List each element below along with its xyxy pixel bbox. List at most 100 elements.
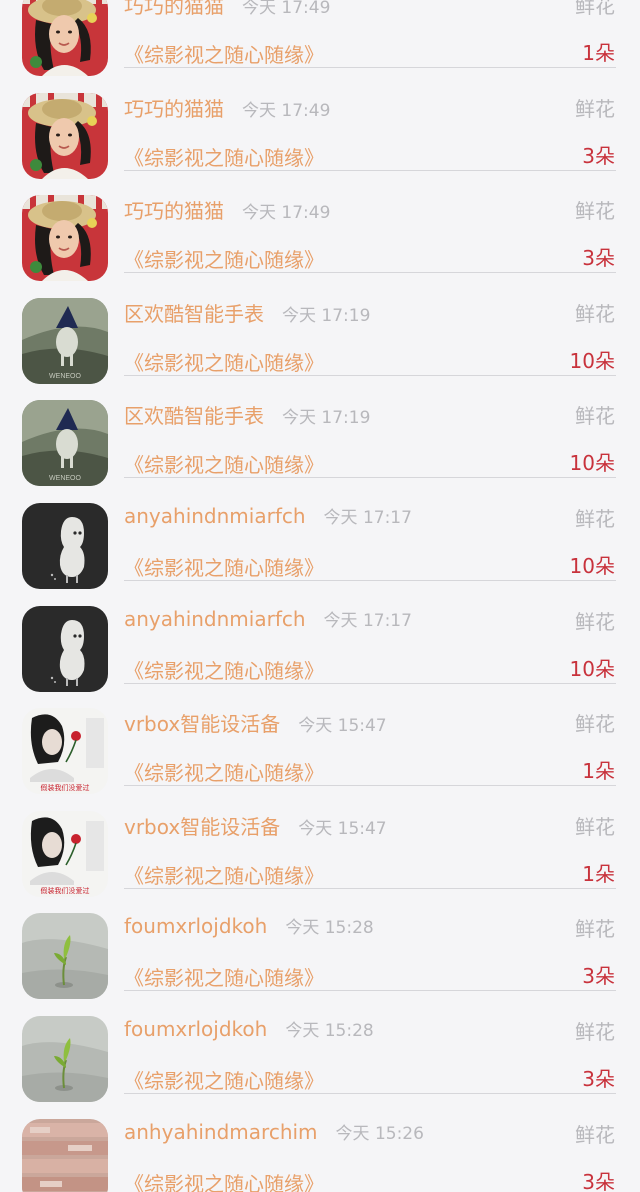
- gift-row[interactable]: 假装我们没爱过 vrbox智能设活备 今天 15:47 鲜花 《综影视之随心随缘》…: [0, 810, 640, 913]
- row-divider: [124, 1093, 616, 1094]
- sender-name[interactable]: vrbox智能设活备 今天 15:47: [124, 708, 387, 737]
- gift-type-label: 鲜花: [575, 917, 615, 942]
- sender-name[interactable]: 巧巧的猫猫 今天 17:49: [124, 195, 330, 224]
- sender-name-text: 巧巧的猫猫: [124, 96, 224, 121]
- timestamp: 今天 17:49: [242, 203, 331, 224]
- book-title[interactable]: 《综影视之随心随缘》: [124, 655, 324, 684]
- timestamp: 今天 17:49: [242, 0, 331, 18]
- book-title[interactable]: 《综影视之随心随缘》: [124, 1065, 324, 1094]
- sender-name-text: anhyahindmarchim: [124, 1119, 318, 1144]
- sprout-avatar[interactable]: [22, 913, 108, 1000]
- sender-name-text: 巧巧的猫猫: [124, 0, 224, 18]
- sender-name[interactable]: anyahindnmiarfch 今天 17:17: [124, 503, 412, 528]
- sender-name-text: 区欢酷智能手表: [124, 404, 264, 429]
- gift-row[interactable]: anyahindnmiarfch 今天 17:17 鲜花 《综影视之随心随缘》 1…: [0, 502, 640, 605]
- svg-text:WENEOO: WENEOO: [49, 373, 81, 380]
- gift-row[interactable]: anhyahindmarchim 今天 15:26 鲜花 《综影视之随心随缘》 3…: [0, 1118, 640, 1192]
- gift-count: 3朵: [582, 143, 615, 168]
- gift-count: 1朵: [582, 41, 615, 65]
- gift-count: 1朵: [582, 861, 615, 886]
- gift-row[interactable]: anyahindnmiarfch 今天 17:17 鲜花 《综影视之随心随缘》 1…: [0, 605, 640, 708]
- svg-text:WENEOO: WENEOO: [49, 475, 81, 482]
- gift-row[interactable]: WENEOO 区欢酷智能手表 今天 17:19 鲜花 《综影视之随心随缘》 10朵: [0, 297, 640, 400]
- cartoon-field-avatar[interactable]: WENEOO: [22, 400, 108, 487]
- gift-count: 1朵: [582, 759, 615, 784]
- sender-name[interactable]: 区欢酷智能手表 今天 17:19: [124, 400, 370, 429]
- timestamp: 今天 15:28: [285, 918, 374, 939]
- sender-name[interactable]: 巧巧的猫猫 今天 17:49: [124, 0, 330, 19]
- gift-count: 10朵: [569, 554, 615, 578]
- sender-name-text: 区欢酷智能手表: [124, 301, 264, 326]
- sender-name-text: 巧巧的猫猫: [124, 199, 224, 224]
- girl-straw-hat-avatar[interactable]: [22, 0, 108, 76]
- book-title[interactable]: 《综影视之随心随缘》: [124, 757, 324, 786]
- sender-name[interactable]: foumxrlojdkoh 今天 15:28: [124, 1016, 374, 1041]
- gift-row[interactable]: WENEOO 区欢酷智能手表 今天 17:19 鲜花 《综影视之随心随缘》 10朵: [0, 399, 640, 502]
- sender-name[interactable]: anyahindnmiarfch 今天 17:17: [124, 606, 412, 631]
- sender-name[interactable]: foumxrlojdkoh 今天 15:28: [124, 913, 374, 938]
- gift-type-label: 鲜花: [575, 404, 615, 429]
- row-divider: [124, 272, 616, 274]
- timestamp: 今天 15:28: [285, 1021, 374, 1041]
- book-title[interactable]: 《综影视之随心随缘》: [124, 552, 324, 581]
- timestamp: 今天 15:47: [298, 818, 387, 839]
- sender-name[interactable]: anhyahindmarchim 今天 15:26: [124, 1119, 424, 1144]
- gift-type-label: 鲜花: [575, 814, 615, 839]
- row-divider: [124, 887, 616, 889]
- book-title[interactable]: 《综影视之随心随缘》: [124, 347, 324, 376]
- book-title[interactable]: 《综影视之随心随缘》: [124, 39, 324, 68]
- book-title[interactable]: 《综影视之随心随缘》: [124, 1168, 324, 1192]
- gift-row[interactable]: 巧巧的猫猫 今天 17:49 鲜花 《综影视之随心随缘》 3朵: [0, 92, 640, 195]
- row-divider: [124, 785, 616, 787]
- gift-row[interactable]: foumxrlojdkoh 今天 15:28 鲜花 《综影视之随心随缘》 3朵: [0, 912, 640, 1015]
- sender-name-text: foumxrlojdkoh: [124, 914, 268, 939]
- row-divider: [124, 990, 616, 992]
- sender-name-text: anyahindnmiarfch: [124, 504, 306, 528]
- peanut-cartoon-avatar[interactable]: [22, 503, 108, 589]
- gift-type-label: 鲜花: [575, 1122, 615, 1147]
- book-title[interactable]: 《综影视之随心随缘》: [124, 244, 324, 273]
- gift-count: 3朵: [582, 964, 615, 989]
- girl-straw-hat-avatar[interactable]: [22, 92, 108, 179]
- gift-type-label: 鲜花: [575, 301, 615, 326]
- gift-row[interactable]: 巧巧的猫猫 今天 17:49 鲜花 《综影视之随心随缘》 1朵: [0, 0, 640, 92]
- sender-name[interactable]: vrbox智能设活备 今天 15:47: [124, 811, 387, 840]
- book-title[interactable]: 《综影视之随心随缘》: [124, 142, 324, 171]
- gift-type-label: 鲜花: [575, 507, 615, 531]
- gift-count: 10朵: [569, 348, 615, 373]
- girl-rose-avatar[interactable]: 假装我们没爱过: [22, 708, 108, 795]
- flower-gift-list: 巧巧的猫猫 今天 17:49 鲜花 《综影视之随心随缘》 1朵 巧巧的猫猫 今天…: [0, 0, 640, 1192]
- gift-count: 10朵: [569, 451, 615, 476]
- gift-type-label: 鲜花: [575, 96, 615, 121]
- timestamp: 今天 17:19: [282, 408, 371, 429]
- sprout-avatar[interactable]: [22, 1016, 108, 1102]
- gift-type-label: 鲜花: [575, 0, 615, 18]
- row-divider: [124, 477, 616, 479]
- timestamp: 今天 17:17: [323, 610, 412, 631]
- timestamp: 今天 17:19: [282, 305, 371, 326]
- row-divider: [124, 374, 616, 376]
- sender-name[interactable]: 巧巧的猫猫 今天 17:49: [124, 93, 330, 122]
- gift-type-label: 鲜花: [575, 712, 615, 737]
- timestamp: 今天 17:17: [323, 508, 412, 528]
- timestamp: 今天 15:26: [335, 1123, 424, 1144]
- gift-type-label: 鲜花: [575, 199, 615, 224]
- gift-row[interactable]: foumxrlojdkoh 今天 15:28 鲜花 《综影视之随心随缘》 3朵: [0, 1015, 640, 1118]
- row-divider: [124, 169, 616, 171]
- timestamp: 今天 15:47: [298, 716, 387, 737]
- money-stack-avatar[interactable]: [22, 1118, 108, 1192]
- gift-row[interactable]: 巧巧的猫猫 今天 17:49 鲜花 《综影视之随心随缘》 3朵: [0, 194, 640, 297]
- gift-row[interactable]: 假装我们没爱过 vrbox智能设活备 今天 15:47 鲜花 《综影视之随心随缘》…: [0, 707, 640, 810]
- row-divider: [124, 682, 616, 684]
- book-title[interactable]: 《综影视之随心随缘》: [124, 449, 324, 478]
- sender-name-text: vrbox智能设活备: [124, 814, 281, 839]
- girl-straw-hat-avatar[interactable]: [22, 195, 108, 282]
- sender-name[interactable]: 区欢酷智能手表 今天 17:19: [124, 298, 370, 327]
- book-title[interactable]: 《综影视之随心随缘》: [124, 860, 324, 889]
- book-title[interactable]: 《综影视之随心随缘》: [124, 962, 324, 991]
- cartoon-field-avatar[interactable]: WENEOO: [22, 297, 108, 384]
- gift-count: 10朵: [569, 656, 615, 681]
- girl-rose-avatar[interactable]: 假装我们没爱过: [22, 810, 108, 897]
- peanut-cartoon-avatar[interactable]: [22, 605, 108, 692]
- gift-count: 3朵: [582, 246, 615, 271]
